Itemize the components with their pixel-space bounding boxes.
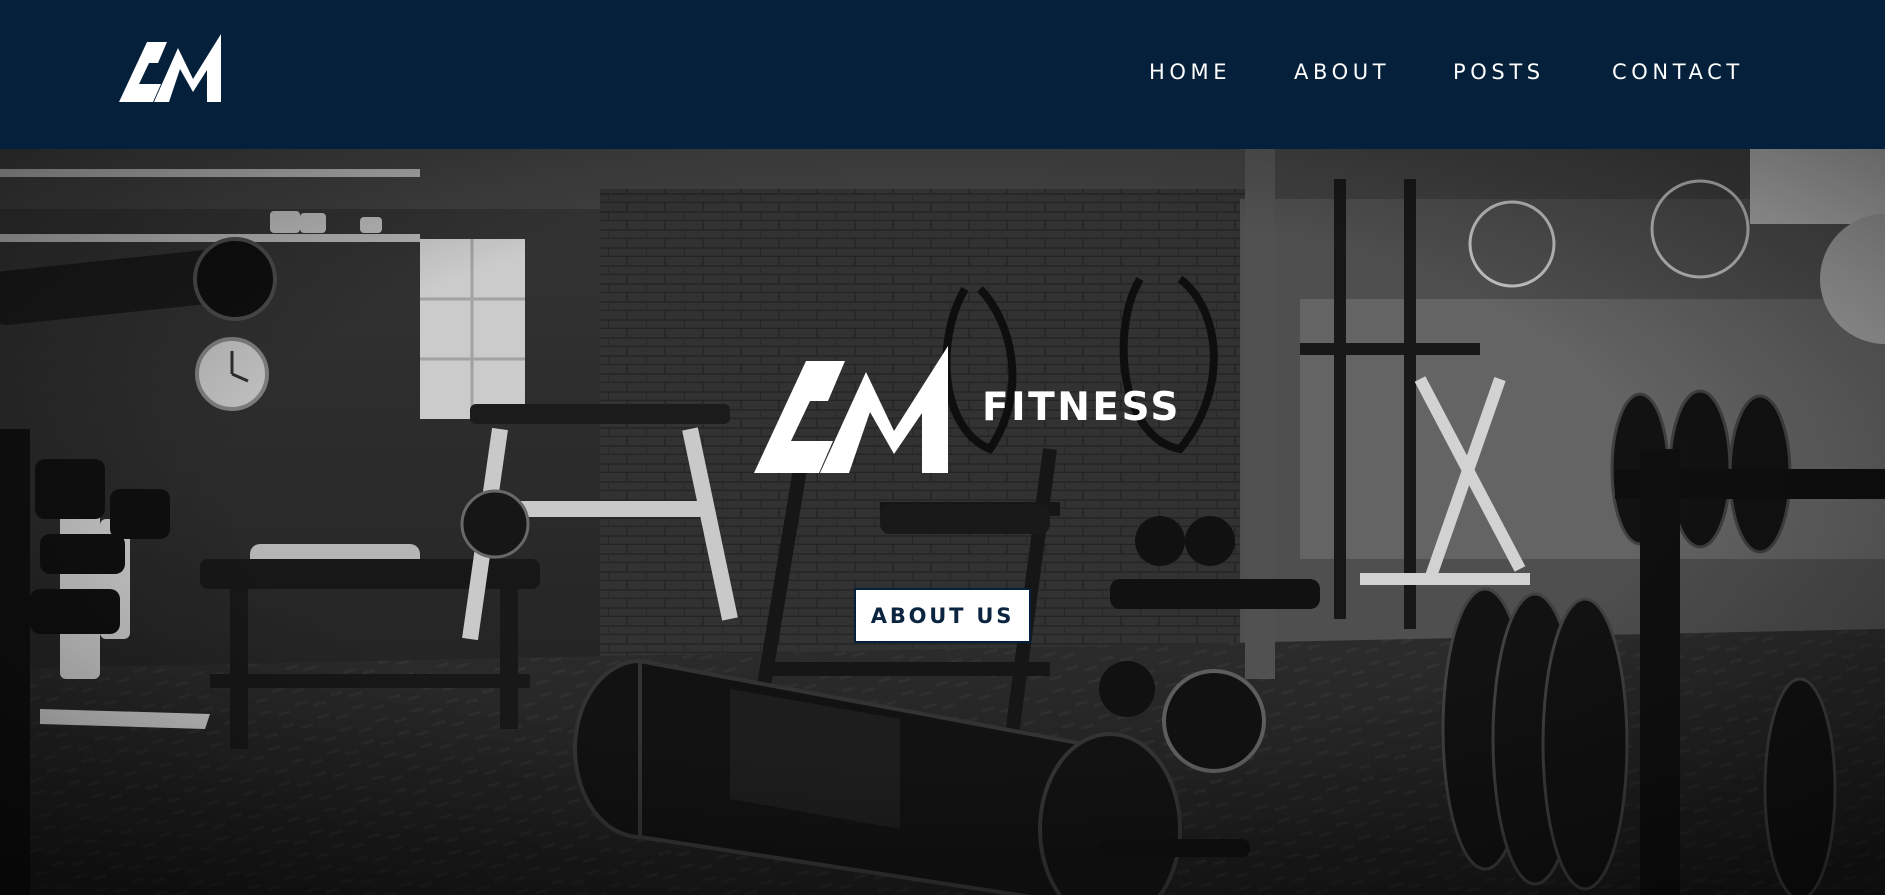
site-header: HOME ABOUT POSTS CONTACT — [0, 0, 1885, 149]
hero-title: FITNESS — [982, 385, 1181, 430]
about-us-button[interactable]: ABOUT US — [854, 588, 1031, 643]
am-logo-icon[interactable] — [119, 34, 221, 102]
nav-contact[interactable]: CONTACT — [1612, 60, 1744, 84]
nav-posts[interactable]: POSTS — [1453, 60, 1545, 84]
nav-home[interactable]: HOME — [1149, 60, 1231, 84]
hero-background-image — [0, 149, 1885, 895]
hero-am-logo-icon — [754, 346, 948, 473]
hero-section: FITNESS ABOUT US — [0, 149, 1885, 895]
nav-about[interactable]: ABOUT — [1294, 60, 1390, 84]
